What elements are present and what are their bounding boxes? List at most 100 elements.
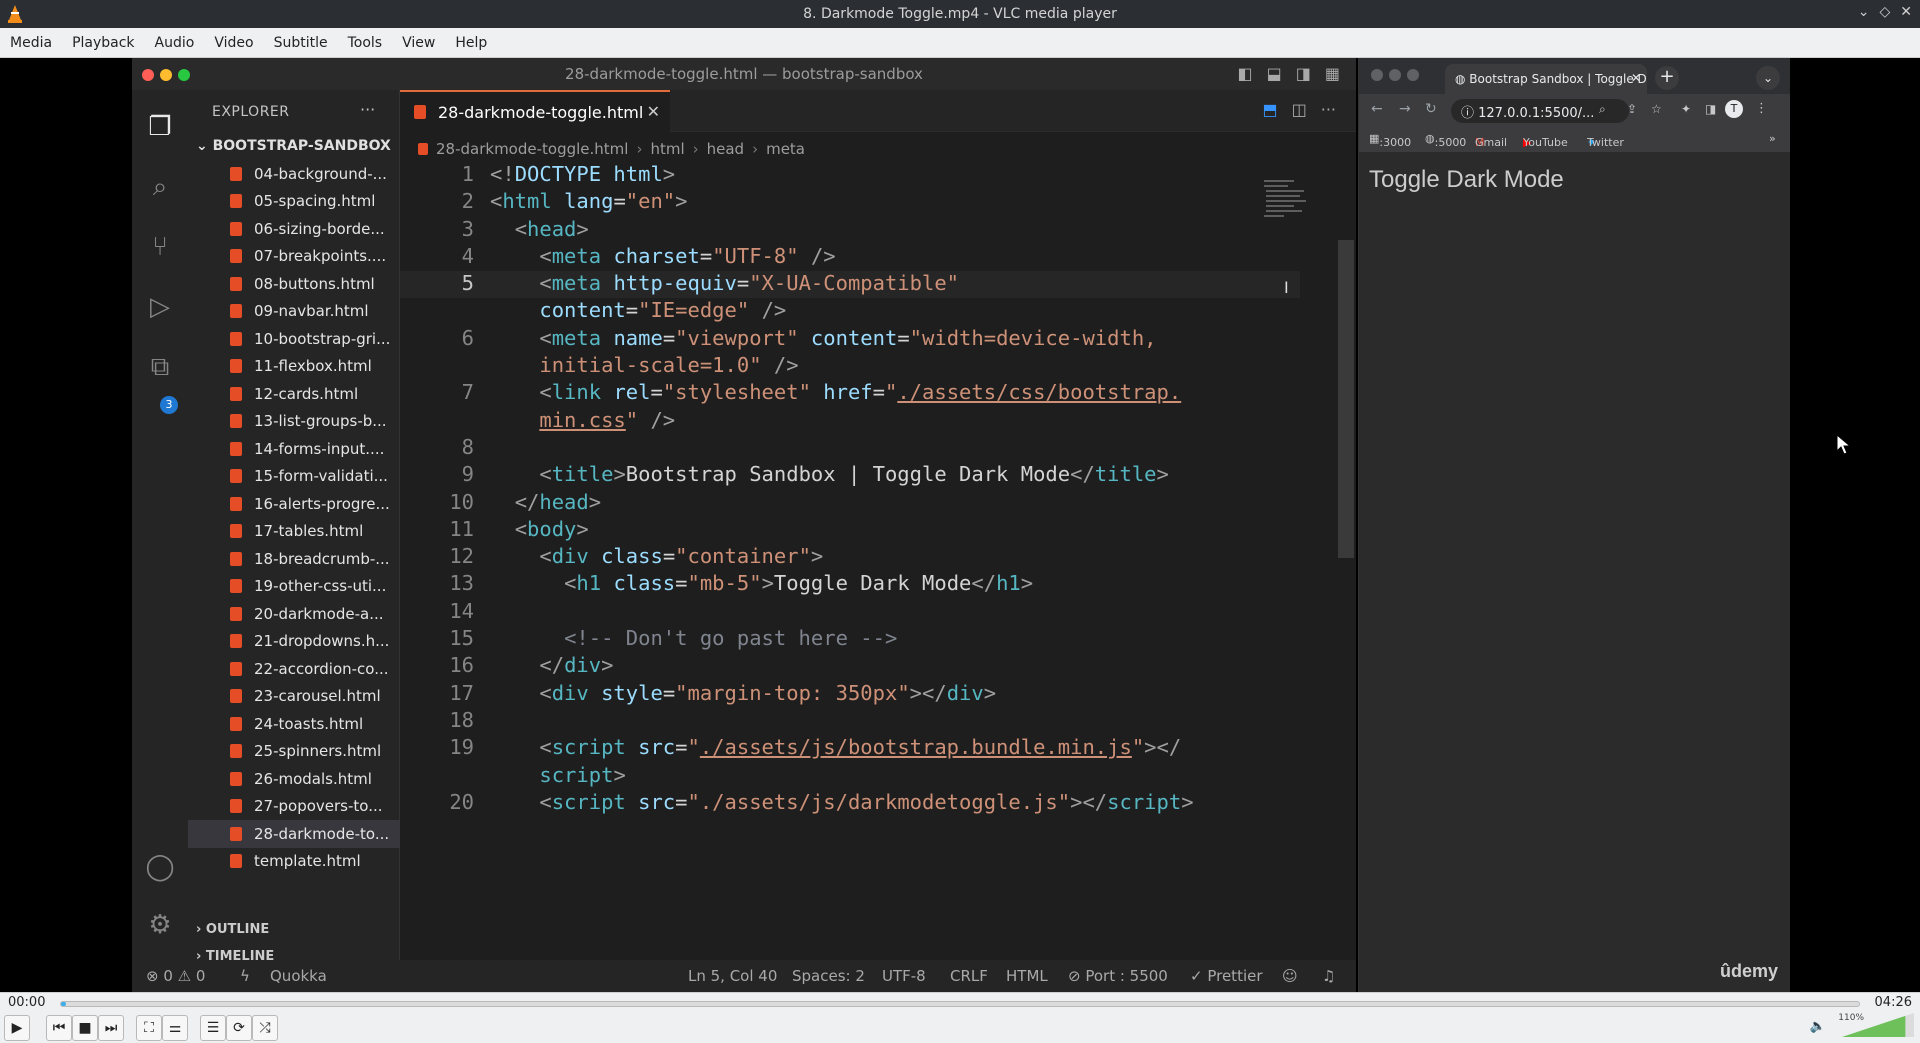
- file-item[interactable]: 07-breakpoints....: [188, 243, 400, 271]
- file-item[interactable]: 27-popovers-to...: [188, 793, 400, 821]
- source-control-icon: ⑂: [152, 232, 168, 262]
- html-file-icon: [230, 524, 242, 539]
- reload-icon: ↻: [1425, 101, 1437, 117]
- html-file-icon: [230, 359, 242, 374]
- menu-help[interactable]: Help: [445, 35, 497, 51]
- code-line: 16 </div>: [449, 653, 614, 678]
- code-line: 9 <title>Bootstrap Sandbox | Toggle Dark…: [461, 462, 1169, 487]
- html-file-icon: [230, 716, 242, 731]
- file-item[interactable]: 08-buttons.html: [188, 270, 400, 298]
- file-item[interactable]: 19-other-css-uti...: [188, 573, 400, 601]
- html-file-icon: [230, 826, 242, 841]
- vscode-title-bar: 28-darkmode-toggle.html — bootstrap-sand…: [132, 58, 1356, 90]
- file-item[interactable]: 20-darkmode-a...: [188, 600, 400, 628]
- fullscreen-button[interactable]: ⛶: [136, 1015, 162, 1041]
- file-item[interactable]: 18-breadcrumb-...: [188, 545, 400, 573]
- vlc-title-bar: 8. Darkmode Toggle.mp4 - VLC media playe…: [0, 0, 1920, 28]
- more-bookmarks-icon: »: [1769, 132, 1776, 145]
- elapsed-time: 00:00: [8, 995, 46, 1010]
- file-item[interactable]: 09-navbar.html: [188, 298, 400, 326]
- file-label: 12-cards.html: [254, 384, 359, 403]
- file-label: 07-breakpoints....: [254, 247, 387, 266]
- html-file-icon: [230, 579, 242, 594]
- zoom-icon: ⌕: [1599, 102, 1606, 116]
- html-file-icon: [230, 441, 242, 456]
- file-label: 08-buttons.html: [254, 274, 375, 293]
- toggle-sidebar-icon: ◧: [1237, 64, 1253, 83]
- file-item[interactable]: 10-bootstrap-gri...: [188, 325, 400, 353]
- html-file-icon: [230, 689, 242, 704]
- code-line: 19 <script src="./assets/js/bootstrap.bu…: [449, 735, 1182, 760]
- play-button[interactable]: ▶: [4, 1015, 30, 1041]
- code-line: 15 <!-- Don't go past here -->: [449, 626, 898, 651]
- file-item[interactable]: 28-darkmode-to...: [188, 820, 400, 848]
- side-panel-icon: ◨: [1705, 102, 1717, 116]
- split-editor-icon: ◫: [1291, 100, 1307, 119]
- menu-view[interactable]: View: [392, 35, 445, 51]
- file-item[interactable]: 12-cards.html: [188, 380, 400, 408]
- file-item[interactable]: 11-flexbox.html: [188, 353, 400, 381]
- html-file-icon: [230, 744, 242, 759]
- indentation-status: Spaces: 2: [792, 967, 865, 985]
- minimize-icon[interactable]: ⌄: [1858, 4, 1870, 20]
- more-actions-icon: ···: [1320, 100, 1336, 119]
- file-item[interactable]: 13-list-groups-b...: [188, 408, 400, 436]
- code-editor: 28-darkmode-toggle.html ✕ ⬒ ◫ ··· 28-dar…: [400, 90, 1356, 960]
- menu-video[interactable]: Video: [204, 35, 263, 51]
- browser-tab-bar: ◍ Bootstrap Sandbox | Toggle Da ✕ + ⌄: [1359, 58, 1790, 94]
- file-item[interactable]: 16-alerts-progre...: [188, 490, 400, 518]
- close-icon[interactable]: ✕: [1900, 4, 1912, 20]
- loop-button[interactable]: ⟳: [226, 1015, 252, 1041]
- browser-window: ◍ Bootstrap Sandbox | Toggle Da ✕ + ⌄ ← …: [1358, 58, 1790, 992]
- code-line: 18: [449, 707, 474, 732]
- file-label: 14-forms-input....: [254, 439, 385, 458]
- file-item[interactable]: 22-accordion-co...: [188, 655, 400, 683]
- file-label: 28-darkmode-to...: [254, 824, 390, 843]
- next-button[interactable]: ⏭: [98, 1015, 124, 1041]
- file-item[interactable]: template.html: [188, 848, 400, 876]
- file-item[interactable]: 15-form-validati...: [188, 463, 400, 491]
- chevron-right-icon: ›: [752, 140, 759, 158]
- volume-slider[interactable]: [1842, 1013, 1914, 1037]
- seek-slider[interactable]: [60, 1001, 1860, 1007]
- restore-icon[interactable]: ◇: [1879, 4, 1890, 20]
- file-item[interactable]: 06-sizing-borde...: [188, 215, 400, 243]
- editor-tabs: 28-darkmode-toggle.html ✕ ⬒ ◫ ···: [400, 90, 1356, 132]
- menu-tools[interactable]: Tools: [338, 35, 393, 51]
- file-item[interactable]: 24-toasts.html: [188, 710, 400, 738]
- stop-button[interactable]: ■: [72, 1015, 98, 1041]
- file-item[interactable]: 14-forms-input....: [188, 435, 400, 463]
- file-label: 11-flexbox.html: [254, 357, 372, 376]
- file-item[interactable]: 04-background-...: [188, 160, 400, 188]
- code-line: 1 <!DOCTYPE html>: [461, 162, 676, 186]
- breadcrumb-head: head: [706, 140, 745, 158]
- file-label: 05-spacing.html: [254, 192, 376, 211]
- video-area[interactable]: 28-darkmode-toggle.html — bootstrap-sand…: [0, 58, 1920, 992]
- code-line: 14: [449, 598, 474, 623]
- share-icon: ⇪: [1627, 102, 1638, 116]
- menu-playback[interactable]: Playback: [62, 35, 144, 51]
- file-item[interactable]: 05-spacing.html: [188, 188, 400, 216]
- menu-media[interactable]: Media: [0, 35, 62, 51]
- file-item[interactable]: 25-spinners.html: [188, 738, 400, 766]
- speaker-icon[interactable]: 🔈: [1810, 1019, 1826, 1034]
- previous-button[interactable]: ⏮: [46, 1015, 72, 1041]
- menu-audio[interactable]: Audio: [145, 35, 205, 51]
- close-dot-icon: [1371, 69, 1383, 81]
- html-file-icon: [230, 166, 242, 181]
- file-item[interactable]: 23-carousel.html: [188, 683, 400, 711]
- html-file-icon: [230, 771, 242, 786]
- html-file-icon: [230, 854, 242, 869]
- shuffle-button[interactable]: ⤮: [252, 1015, 278, 1041]
- port-status: ⊘ Port : 5500: [1068, 967, 1168, 985]
- back-icon: ←: [1371, 101, 1383, 117]
- bookmarks-bar: ▦ :3000 ◍ :5000 M Gmail ▶ YouTube ✦ Twit…: [1359, 128, 1790, 152]
- file-item[interactable]: 21-dropdowns.h...: [188, 628, 400, 656]
- menu-subtitle[interactable]: Subtitle: [264, 35, 338, 51]
- bookmark-3000: ▦ :3000: [1369, 132, 1412, 149]
- code-lines: 1 <!DOCTYPE html> 2 <html lang="en"> 3 <he…: [400, 162, 1300, 817]
- playlist-button[interactable]: ☰: [200, 1015, 226, 1041]
- file-item[interactable]: 26-modals.html: [188, 765, 400, 793]
- extended-settings-button[interactable]: ⚌: [162, 1015, 188, 1041]
- file-item[interactable]: 17-tables.html: [188, 518, 400, 546]
